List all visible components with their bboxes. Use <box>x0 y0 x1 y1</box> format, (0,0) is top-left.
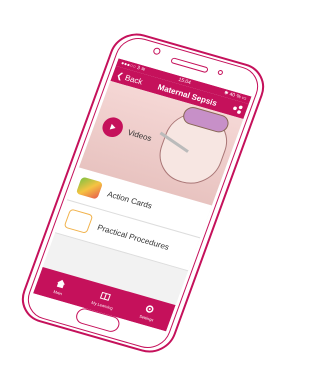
book-icon <box>100 291 112 301</box>
practical-procedures-label: Practical Procedures <box>96 222 171 252</box>
action-cards-icon <box>75 176 104 200</box>
scene: ●●●○○ 3 ≋ 15:04 ✱ 40 % ▭ ❮ Back Maternal… <box>0 0 285 386</box>
share-icon[interactable] <box>231 103 244 115</box>
procedures-icon <box>63 208 94 234</box>
phone-frame: ●●●○○ 3 ≋ 15:04 ✱ 40 % ▭ ❮ Back Maternal… <box>14 27 272 359</box>
play-button[interactable] <box>99 115 126 140</box>
back-label: Back <box>123 72 145 87</box>
tab-main-label: Main <box>52 288 63 296</box>
action-cards-label: Action Cards <box>106 189 154 211</box>
play-icon <box>109 123 116 130</box>
videos-label: Videos <box>126 127 153 144</box>
gear-icon <box>146 304 154 313</box>
home-icon <box>56 279 66 288</box>
tab-my-learning-label: My Learning <box>90 299 114 311</box>
